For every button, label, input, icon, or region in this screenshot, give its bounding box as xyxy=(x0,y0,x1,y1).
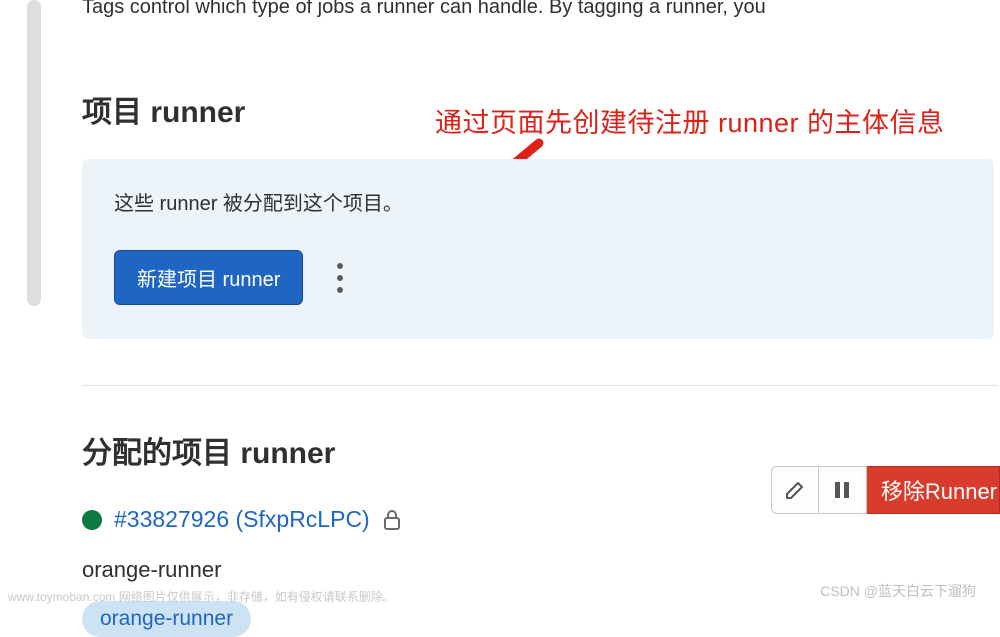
project-runner-panel: 这些 runner 被分配到这个项目。 新建项目 runner xyxy=(82,159,994,339)
lock-icon xyxy=(382,509,402,531)
annotation-text: 通过页面先创建待注册 runner 的主体信息 xyxy=(435,101,945,140)
runner-name-text: orange-runner xyxy=(82,557,1000,583)
scrollbar-thumb[interactable] xyxy=(27,0,41,306)
watermark-left: www.toymoban.com 网络图片仅供展示，非存储，如有侵权请联系删除。 xyxy=(8,588,395,605)
runner-actions-group: 移除Runner xyxy=(771,466,1000,514)
status-online-icon xyxy=(82,510,102,530)
panel-actions: 新建项目 runner xyxy=(114,250,962,305)
edit-runner-button[interactable] xyxy=(771,466,819,514)
runner-id-link[interactable]: #33827926 (SfxpRcLPC) xyxy=(114,506,370,533)
main-content: Tags control which type of jobs a runner… xyxy=(82,0,1000,637)
section-divider xyxy=(82,385,998,386)
create-project-runner-button[interactable]: 新建项目 runner xyxy=(114,250,303,305)
remove-runner-button[interactable]: 移除Runner xyxy=(867,466,1000,514)
pause-runner-button[interactable] xyxy=(819,466,867,514)
runner-tag[interactable]: orange-runner xyxy=(82,601,251,637)
watermark-right: CSDN @蓝天白云下遛狗 xyxy=(820,581,976,601)
kebab-menu-icon[interactable] xyxy=(331,257,349,299)
pause-icon xyxy=(833,480,851,500)
pencil-icon xyxy=(784,479,806,501)
intro-text: Tags control which type of jobs a runner… xyxy=(82,0,1000,19)
panel-description: 这些 runner 被分配到这个项目。 xyxy=(114,187,962,216)
